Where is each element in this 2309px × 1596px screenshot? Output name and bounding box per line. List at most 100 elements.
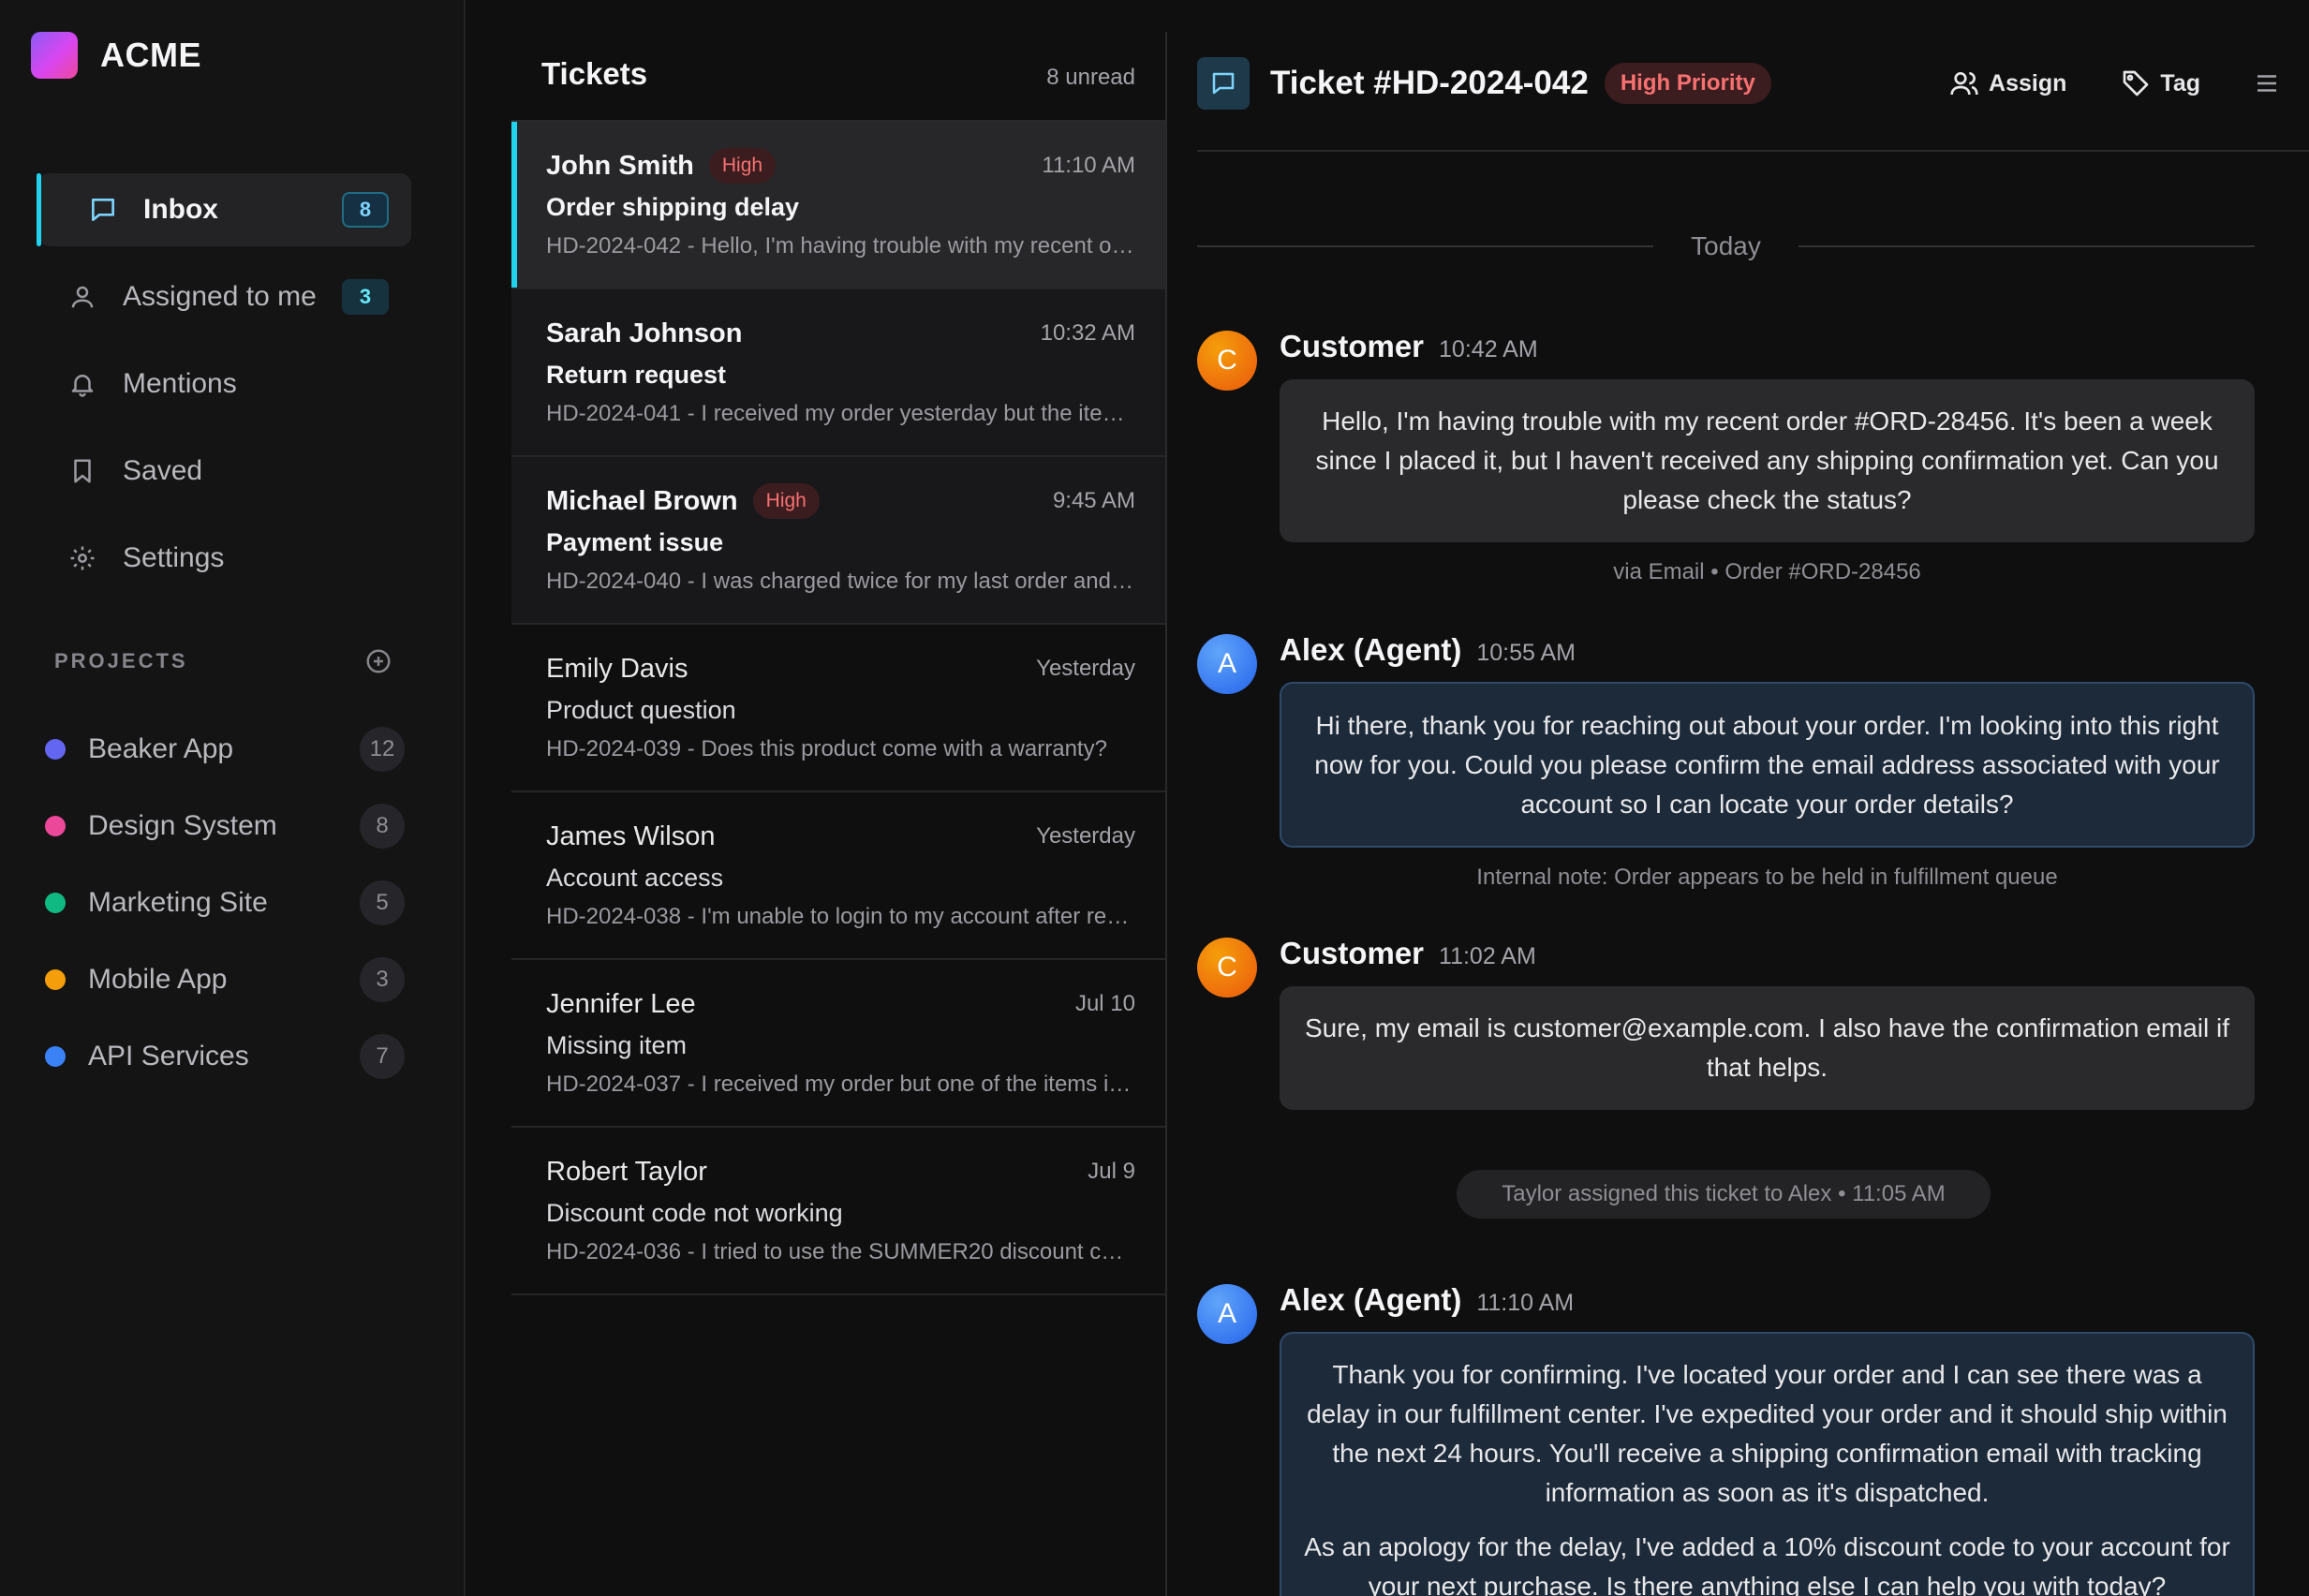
message-text: Thank you for confirming. I've located y… <box>1307 1360 2228 1507</box>
project-label: Design System <box>88 810 277 841</box>
ticket-list-header: Tickets 8 unread <box>541 56 1135 92</box>
conversation-header: Ticket #HD-2024-042 High Priority Assign… <box>1197 32 2309 152</box>
project-label: API Services <box>88 1041 249 1071</box>
priority-badge: High Priority <box>1604 63 1771 104</box>
avatar: C <box>1197 938 1257 998</box>
message-time: 11:02 AM <box>1439 943 1536 969</box>
add-project-icon[interactable] <box>363 646 393 676</box>
project-color-dot <box>45 969 66 990</box>
project-item-beaker-app[interactable]: Beaker App 12 <box>45 711 405 788</box>
ticket-customer-name: Jennifer Lee <box>546 988 696 1019</box>
ticket-row[interactable]: Michael Brown High 9:45 AM Payment issue… <box>511 457 1165 625</box>
ticket-time: Yesterday <box>1036 823 1135 849</box>
ticket-preview: HD-2024-041 - I received my order yester… <box>546 401 1135 426</box>
project-count: 5 <box>360 880 405 925</box>
project-label: Beaker App <box>88 733 234 764</box>
project-color-dot <box>45 1046 66 1067</box>
avatar: A <box>1197 1284 1257 1344</box>
message-text: Hello, I'm having trouble with my recent… <box>1315 406 2219 514</box>
nav-item-settings[interactable]: Settings <box>38 522 411 595</box>
nav-item-assigned[interactable]: Assigned to me 3 <box>38 260 411 333</box>
message-time: 10:42 AM <box>1439 336 1538 362</box>
inbox-count-badge: 8 <box>342 192 389 228</box>
users-icon <box>1949 68 1979 98</box>
ticket-time: 11:10 AM <box>1042 153 1135 178</box>
ticket-row[interactable]: Jennifer Lee Jul 10 Missing item HD-2024… <box>511 960 1165 1128</box>
ticket-list-title: Tickets <box>541 56 648 91</box>
ticket-row[interactable]: Sarah Johnson 10:32 AM Return request HD… <box>511 289 1165 457</box>
brand[interactable]: ACME <box>31 32 201 79</box>
date-divider-label: Today <box>1691 231 1761 260</box>
ticket-customer-name: Sarah Johnson <box>546 318 743 348</box>
user-icon <box>67 281 98 313</box>
ticket-list-pane: Tickets 8 unread John Smith High 11:10 A… <box>511 0 1165 1596</box>
ticket-preview: HD-2024-042 - Hello, I'm having trouble … <box>546 233 1135 259</box>
project-count: 8 <box>360 804 405 849</box>
nav-item-inbox[interactable]: Inbox 8 <box>37 173 411 246</box>
message-text: Hi there, thank you for reaching out abo… <box>1314 710 2220 819</box>
ticket-customer-name: Robert Taylor <box>546 1156 707 1187</box>
message-footer: via Email • Order #ORD-28456 <box>1613 559 1921 584</box>
main-nav: Inbox 8 Assigned to me 3 Mentions Saved <box>37 173 411 609</box>
priority-badge: High <box>708 148 777 184</box>
ticket-preview: HD-2024-040 - I was charged twice for my… <box>546 569 1135 594</box>
sidebar: ACME Inbox 8 Assigned to me 3 Mentions S… <box>0 0 466 1596</box>
nav-label: Saved <box>123 455 203 486</box>
project-color-dot <box>45 739 66 760</box>
menu-icon[interactable] <box>2253 69 2281 97</box>
project-item-mobile-app[interactable]: Mobile App 3 <box>45 941 405 1018</box>
chat-icon <box>1197 57 1250 110</box>
project-color-dot <box>45 816 66 836</box>
project-count: 7 <box>360 1034 405 1079</box>
ticket-customer-name: John Smith <box>546 150 694 181</box>
project-label: Mobile App <box>88 964 228 995</box>
ticket-row[interactable]: John Smith High 11:10 AM Order shipping … <box>511 122 1165 289</box>
ticket-preview: HD-2024-038 - I'm unable to login to my … <box>546 904 1135 929</box>
ticket-time: Jul 10 <box>1074 991 1135 1016</box>
message-text: As an apology for the delay, I've added … <box>1304 1532 2230 1596</box>
message-bubble: Hi there, thank you for reaching out abo… <box>1280 682 2255 848</box>
message-bubble: Thank you for confirming. I've located y… <box>1280 1332 2255 1596</box>
ticket-row[interactable]: Emily Davis Yesterday Product question H… <box>511 625 1165 792</box>
tag-button[interactable]: Tag <box>2121 68 2200 98</box>
chat-icon <box>87 194 119 226</box>
avatar: A <box>1197 634 1257 694</box>
ticket-subject: Return request <box>546 361 727 389</box>
ticket-row[interactable]: Robert Taylor Jul 9 Discount code not wo… <box>511 1128 1165 1295</box>
brand-logo <box>31 32 78 79</box>
message-author: Customer <box>1280 329 1425 363</box>
priority-badge: High <box>752 483 820 519</box>
ticket-time: 10:32 AM <box>1040 320 1135 346</box>
project-count: 12 <box>360 727 405 772</box>
project-label: Marketing Site <box>88 887 268 918</box>
ticket-subject: Account access <box>546 864 724 892</box>
date-divider: Today <box>1197 231 2255 261</box>
ticket-customer-name: Emily Davis <box>546 653 688 684</box>
nav-label: Mentions <box>123 368 237 399</box>
ticket-customer-name: Michael Brown <box>546 485 738 516</box>
project-count: 3 <box>360 957 405 1002</box>
avatar: C <box>1197 331 1257 391</box>
project-list: Beaker App 12 Design System 8 Marketing … <box>45 711 405 1095</box>
ticket-customer-name: James Wilson <box>546 820 716 851</box>
tag-icon <box>2121 68 2151 98</box>
message: A Alex (Agent) 11:10 AM Thank you for co… <box>1197 1282 2255 1596</box>
message-text: Sure, my email is customer@example.com. … <box>1304 1013 2229 1082</box>
tag-label: Tag <box>2160 69 2200 96</box>
bell-icon <box>67 368 98 400</box>
ticket-list: John Smith High 11:10 AM Order shipping … <box>511 122 1165 1295</box>
ticket-preview: HD-2024-036 - I tried to use the SUMMER2… <box>546 1239 1135 1264</box>
project-item-design-system[interactable]: Design System 8 <box>45 788 405 864</box>
ticket-preview: HD-2024-037 - I received my order but on… <box>546 1071 1135 1097</box>
project-item-api-services[interactable]: API Services 7 <box>45 1018 405 1095</box>
gear-icon <box>67 542 98 574</box>
project-item-marketing-site[interactable]: Marketing Site 5 <box>45 864 405 941</box>
ticket-subject: Product question <box>546 696 736 724</box>
nav-item-mentions[interactable]: Mentions <box>38 347 411 421</box>
ticket-subject: Payment issue <box>546 528 724 556</box>
nav-item-saved[interactable]: Saved <box>38 435 411 508</box>
message-time: 10:55 AM <box>1476 640 1576 666</box>
system-event-note: Taylor assigned this ticket to Alex • 11… <box>1457 1170 1991 1219</box>
ticket-row[interactable]: James Wilson Yesterday Account access HD… <box>511 792 1165 960</box>
assign-button[interactable]: Assign <box>1949 68 2066 98</box>
